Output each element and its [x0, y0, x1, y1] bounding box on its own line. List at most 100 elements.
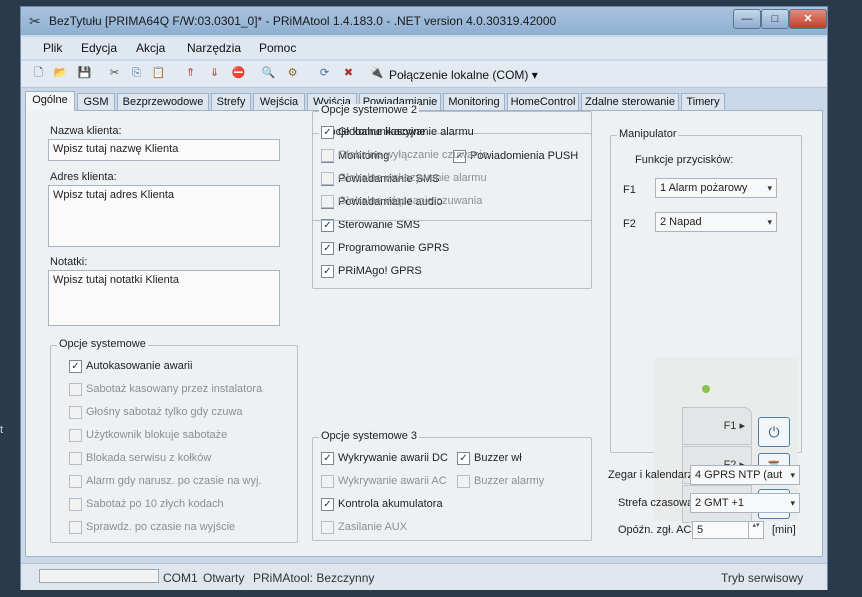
- ac-delay-value: 5: [697, 524, 704, 536]
- checkbox-label: Blokada serwisu z kołków: [86, 452, 212, 464]
- refresh-icon[interactable]: ⟳: [317, 66, 332, 80]
- checkbox-box: ✓: [321, 126, 334, 139]
- open-icon[interactable]: 📂: [53, 66, 68, 80]
- checkbox-box: ✓: [321, 242, 334, 255]
- system-options-title: Opcje systemowe: [57, 338, 148, 350]
- client-notes-label: Notatki:: [50, 256, 88, 268]
- search-icon[interactable]: 🔍: [261, 66, 276, 80]
- cut-icon[interactable]: ✂: [107, 66, 122, 80]
- menu-pomoc[interactable]: Pomoc: [259, 41, 296, 55]
- function-keys-label: Funkcje przycisków:: [635, 154, 734, 166]
- checkbox-box: ✓: [457, 452, 470, 465]
- disconnect-icon[interactable]: ✖: [341, 66, 356, 80]
- checkbox-box: [69, 429, 82, 442]
- upload-icon[interactable]: ⇑: [183, 66, 198, 80]
- client-address-input[interactable]: Wpisz tutaj adres Klienta: [48, 185, 280, 247]
- checkbox-label: Zasilanie AUX: [338, 521, 408, 533]
- connection-label: Połączenie lokalne (COM): [389, 68, 529, 82]
- checkbox-box: ✓: [321, 452, 334, 465]
- checkbox-box: [69, 475, 82, 488]
- title-bar[interactable]: ✂ BezTytułu [PRIMA64Q F/W:03.0301_0]* - …: [21, 7, 827, 35]
- connect-icon[interactable]: 🔌: [369, 66, 384, 80]
- f1-value: 1 Alarm pożarowy: [660, 182, 748, 194]
- toolbar: 🗋 📂 💾 ✂ ⎘ 📋 ⇑ ⇓ ⛔ 🔍 ⚙ ⟳ ✖ 🔌 Połączenie l…: [21, 61, 827, 88]
- f1-select[interactable]: 1 Alarm pożarowy ▾: [655, 178, 777, 198]
- checkbox-label: Sprawdz. po czasie na wyjście: [86, 521, 236, 533]
- download-icon[interactable]: ⇓: [207, 66, 222, 80]
- checkbox-label: Programowanie GPRS: [338, 242, 450, 254]
- tab-strefy[interactable]: Strefy: [211, 93, 251, 110]
- settings-icon[interactable]: ⚙: [285, 66, 300, 80]
- desktop-edge-text: t: [0, 424, 4, 436]
- status-port: COM1: [163, 571, 198, 585]
- checkbox-box: [69, 498, 82, 511]
- keypad-key-f1: F1 ▸: [682, 407, 752, 445]
- menu-narzedzia[interactable]: Narzędzia: [187, 41, 241, 55]
- app-icon: ✂: [29, 13, 41, 29]
- f2-label: F2: [623, 218, 636, 230]
- chevron-down-icon: ▾: [767, 217, 772, 227]
- checkbox-label: Użytkownik blokuje sabotaże: [86, 429, 228, 441]
- menu-akcja[interactable]: Akcja: [136, 41, 165, 55]
- checkbox-box: [69, 452, 82, 465]
- checkbox-label: Kontrola akumulatora: [338, 498, 443, 510]
- ac-delay-label: Opóźn. zgł. AC: [618, 524, 692, 536]
- ac-delay-stepper[interactable]: 5 ▴▾: [692, 521, 764, 539]
- system-options-group: Opcje systemowe ✓ Autokasowanie awarii Sa…: [50, 338, 298, 543]
- checkbox-label: Autokasowanie awarii: [86, 360, 193, 372]
- clock-select[interactable]: 4 GPRS NTP (aut ▾: [690, 465, 800, 485]
- checkbox-label: Sabotaż po 10 złych kodach: [86, 498, 224, 510]
- checkbox-box: ✓: [321, 265, 334, 278]
- paste-icon[interactable]: 📋: [151, 66, 166, 80]
- minimize-button[interactable]: —: [733, 9, 761, 29]
- new-icon[interactable]: 🗋: [31, 66, 46, 80]
- chevron-down-icon: ▾: [531, 68, 538, 82]
- checkbox-label: Globalne włączanie czuwania: [338, 195, 483, 207]
- clock-value: 4 GPRS NTP (aut: [695, 469, 783, 481]
- tab-bezprzewodowe[interactable]: Bezprzewodowe: [117, 93, 209, 110]
- tab-panel-ogolne: Nazwa klienta: Wpisz tutaj nazwę Klienta…: [25, 104, 823, 557]
- status-mode: Tryb serwisowy: [721, 571, 804, 585]
- window-title: BezTytułu [PRIMA64Q F/W:03.0301_0]* - PR…: [49, 14, 557, 28]
- f2-select[interactable]: 2 Napad ▾: [655, 212, 777, 232]
- menu-bar: Plik Edycja Akcja Narzędzia Pomoc: [21, 37, 827, 59]
- tab-wejscia[interactable]: Wejścia: [253, 93, 305, 110]
- stop-icon[interactable]: ⛔: [231, 66, 246, 80]
- checkbox-box: [321, 195, 334, 208]
- timezone-value: 2 GMT +1: [695, 497, 745, 509]
- system-options-3-title: Opcje systemowe 3: [319, 430, 419, 442]
- tab-homecontrol[interactable]: HomeControl: [507, 93, 579, 110]
- spin-arrows-icon[interactable]: ▴▾: [748, 522, 763, 538]
- ac-delay-unit: [min]: [772, 524, 796, 536]
- checkbox-label: Globalne wskazywanie alarmu: [338, 172, 487, 184]
- tab-ogolne[interactable]: Ogólne: [25, 91, 75, 111]
- timezone-select[interactable]: 2 GMT +1 ▾: [690, 493, 800, 513]
- save-icon[interactable]: 💾: [77, 66, 92, 80]
- menu-edycja[interactable]: Edycja: [81, 41, 117, 55]
- main-window: ✂ BezTytułu [PRIMA64Q F/W:03.0301_0]* - …: [20, 6, 828, 590]
- status-bar: COM1 Otwarty PRiMAtool: Bezczynny Tryb s…: [21, 563, 827, 590]
- close-button[interactable]: ✕: [789, 9, 827, 29]
- clock-label: Zegar i kalendarz: [608, 469, 693, 481]
- tab-timery[interactable]: Timery: [681, 93, 725, 110]
- tab-zdalne-sterowanie[interactable]: Zdalne sterowanie: [581, 93, 679, 110]
- checkbox-box: [457, 475, 470, 488]
- tab-gsm[interactable]: GSM: [77, 93, 115, 110]
- menu-plik[interactable]: Plik: [43, 41, 62, 55]
- system-options-3-group: Opcje systemowe 3 ✓ Wykrywanie awarii DC …: [312, 430, 592, 541]
- connection-dropdown[interactable]: Połączenie lokalne (COM) ▾: [389, 68, 538, 82]
- maximize-button[interactable]: □: [761, 9, 789, 29]
- copy-icon[interactable]: ⎘: [129, 66, 144, 80]
- client-name-label: Nazwa klienta:: [50, 125, 122, 137]
- checkbox-label: Wykrywanie awarii DC: [338, 452, 448, 464]
- checkbox-box: [69, 383, 82, 396]
- key-f1-label: F1 ▸: [723, 420, 745, 432]
- client-name-input[interactable]: Wpisz tutaj nazwę Klienta: [48, 139, 280, 161]
- checkbox-box: ✓: [69, 360, 82, 373]
- client-notes-input[interactable]: Wpisz tutaj notatki Klienta: [48, 270, 280, 326]
- system-options-2-title: Opcje systemowe 2: [319, 104, 419, 116]
- checkbox-box: [321, 149, 334, 162]
- progress-bar: [39, 569, 159, 583]
- f1-label: F1: [623, 184, 636, 196]
- tab-monitoring[interactable]: Monitoring: [443, 93, 505, 110]
